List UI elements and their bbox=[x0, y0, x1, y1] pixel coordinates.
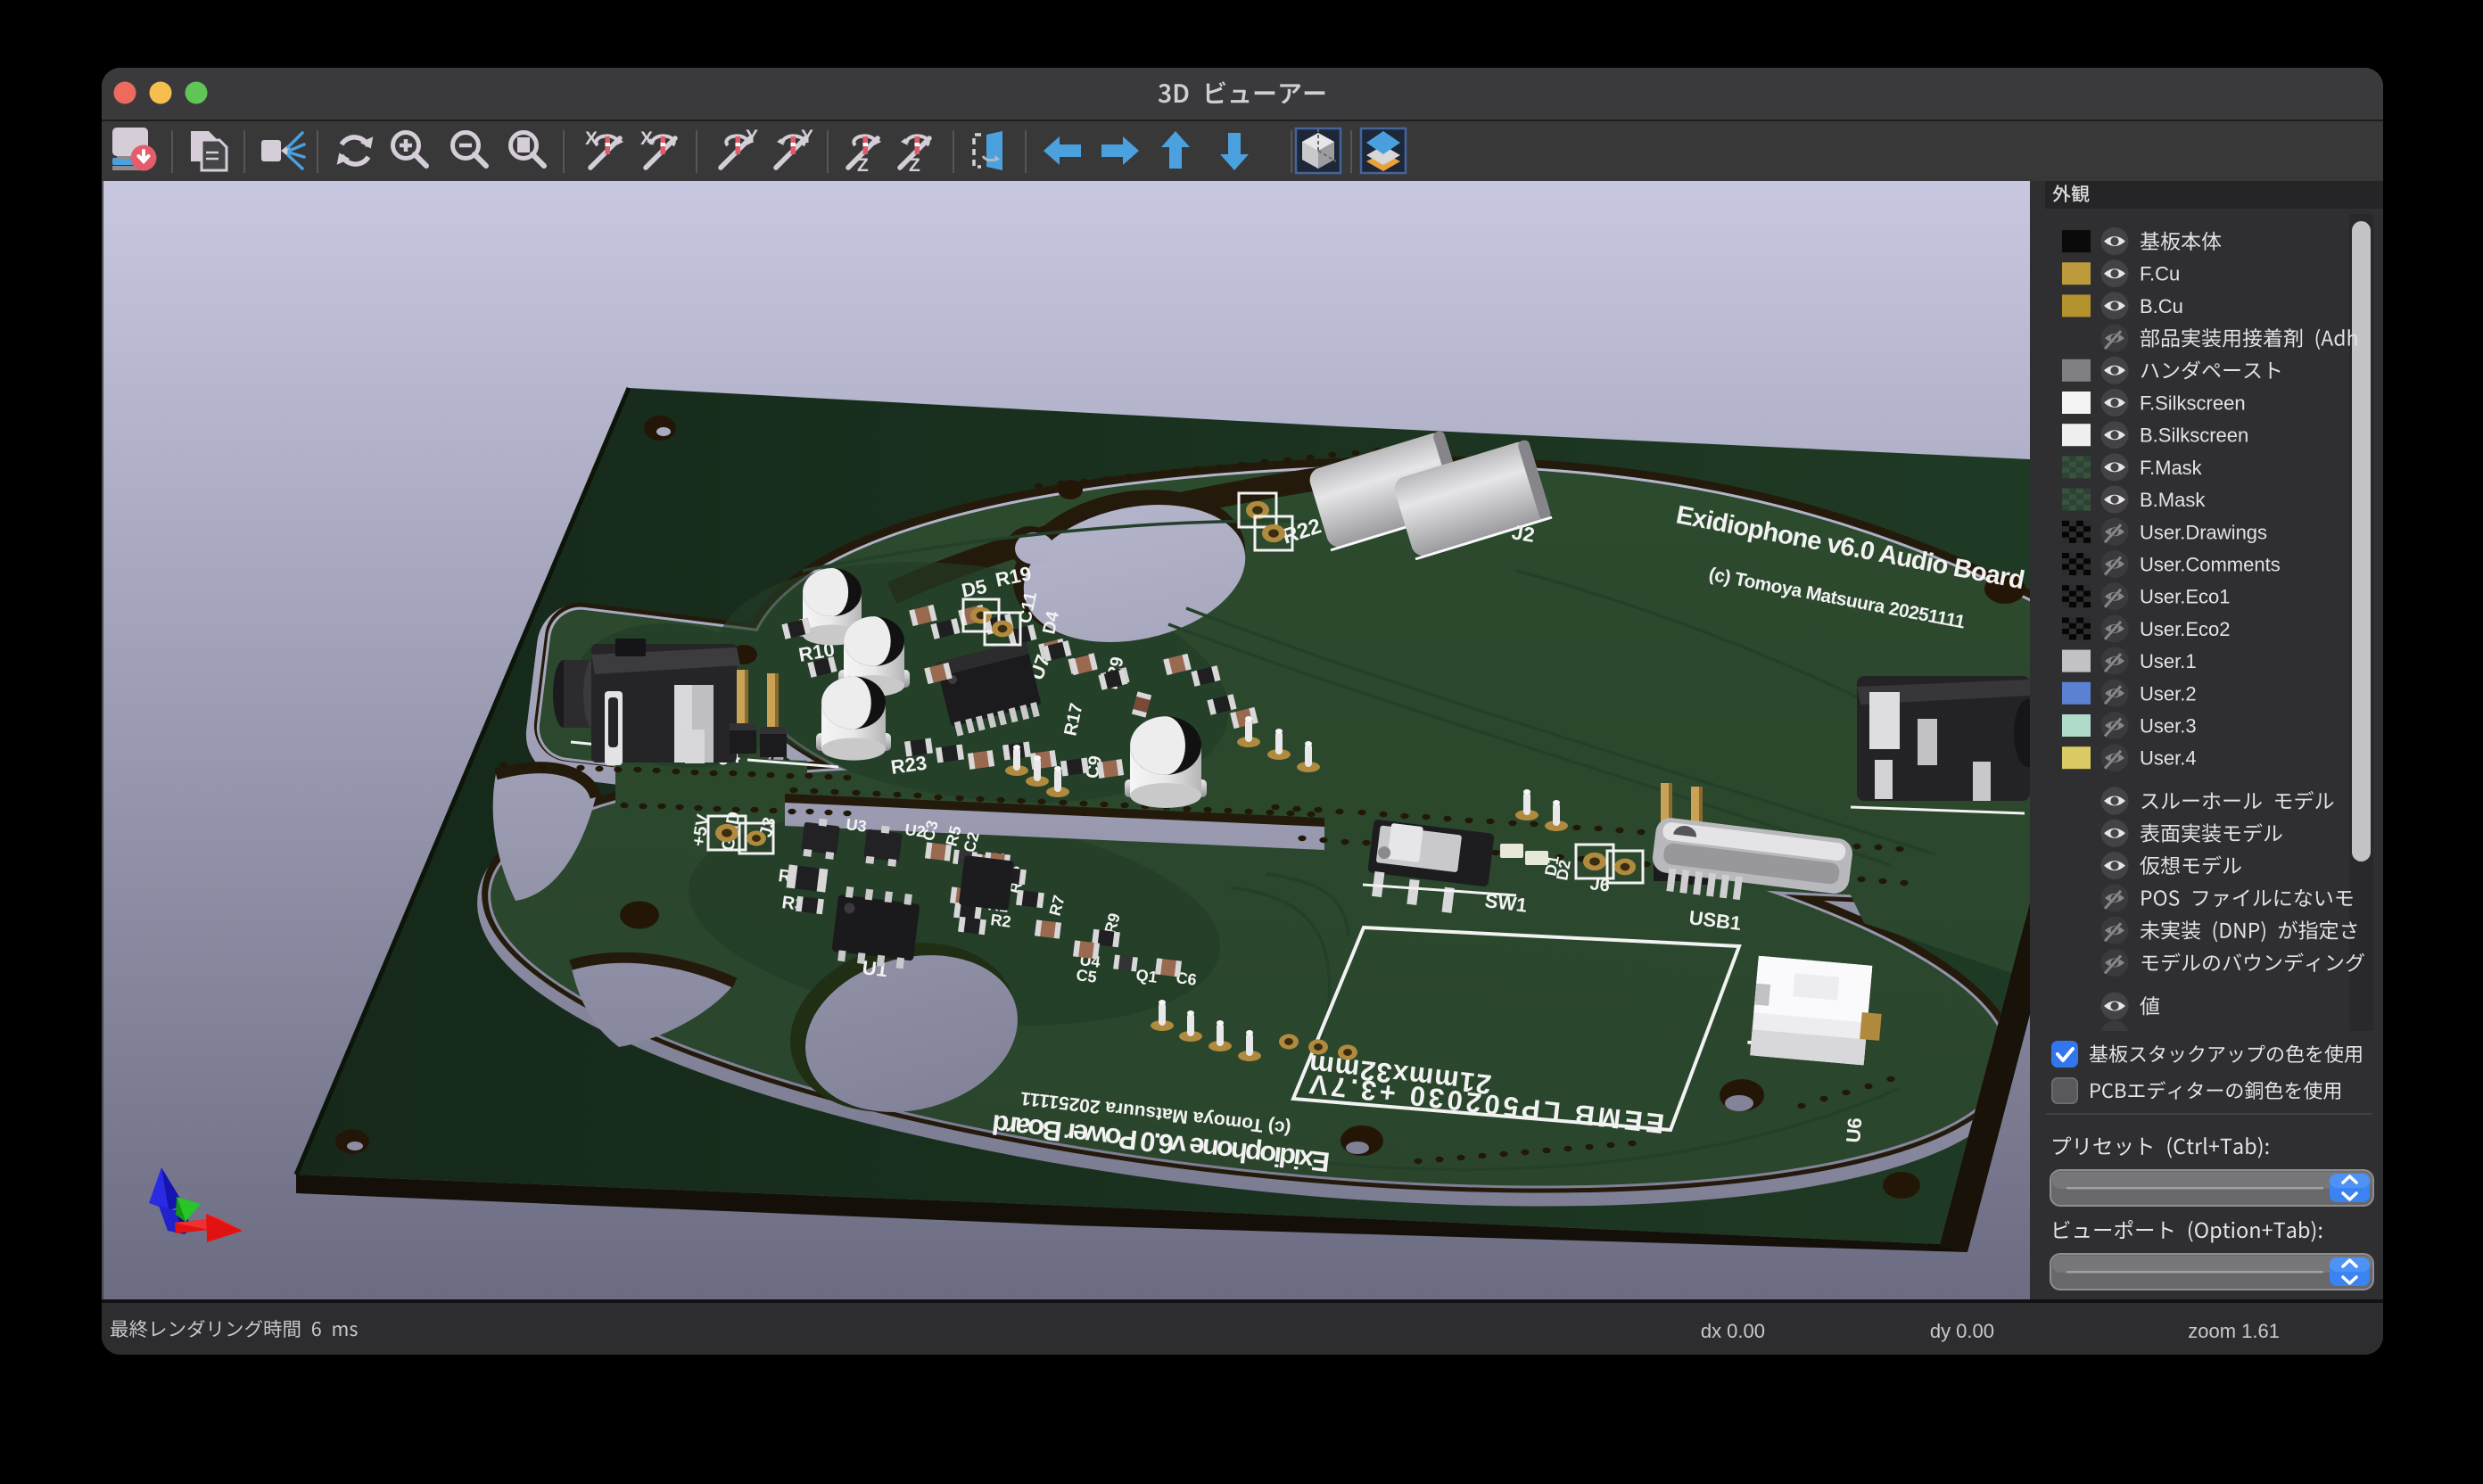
svg-text:User.Comments: User.Comments bbox=[2140, 554, 2281, 576]
svg-text:User.2: User.2 bbox=[2140, 682, 2197, 705]
svg-text:User.1: User.1 bbox=[2140, 650, 2197, 672]
svg-text:User.Eco1: User.Eco1 bbox=[2140, 586, 2231, 608]
svg-text:C5: C5 bbox=[1076, 966, 1098, 986]
svg-text:R2: R2 bbox=[990, 911, 1012, 931]
svg-text:B.Silkscreen: B.Silkscreen bbox=[2140, 425, 2248, 447]
svg-text:B.Cu: B.Cu bbox=[2140, 295, 2183, 317]
svg-text:B.Mask: B.Mask bbox=[2140, 489, 2206, 511]
svg-text:U1: U1 bbox=[861, 956, 888, 981]
svg-text:User.Drawings: User.Drawings bbox=[2140, 521, 2267, 543]
svg-text:D2: D2 bbox=[1553, 859, 1574, 882]
svg-text:dx 0.00: dx 0.00 bbox=[1701, 1320, 1765, 1342]
svg-text:U3: U3 bbox=[846, 815, 868, 836]
svg-text:F.Silkscreen: F.Silkscreen bbox=[2140, 392, 2246, 415]
svg-text:dy 0.00: dy 0.00 bbox=[1930, 1320, 1994, 1342]
svg-text:U6: U6 bbox=[1842, 1117, 1866, 1143]
svg-text:zoom 1.61: zoom 1.61 bbox=[2188, 1320, 2280, 1342]
svg-text:User.4: User.4 bbox=[2140, 747, 2197, 770]
svg-text:F.Mask: F.Mask bbox=[2140, 457, 2203, 479]
svg-text:User.Eco2: User.Eco2 bbox=[2140, 618, 2231, 640]
svg-text:User.3: User.3 bbox=[2140, 715, 2197, 738]
svg-text:F.Cu: F.Cu bbox=[2140, 263, 2180, 285]
svg-text:J2: J2 bbox=[1510, 520, 1536, 547]
svg-text:Q1: Q1 bbox=[1135, 966, 1159, 986]
